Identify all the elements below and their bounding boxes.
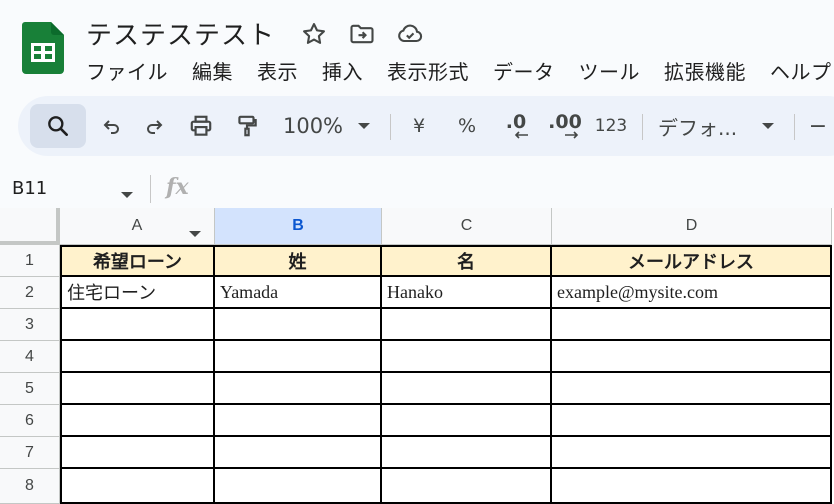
arrow-left-icon (514, 131, 528, 139)
menu-bar: ファイル 編集 表示 挿入 表示形式 データ ツール 拡張機能 ヘルプ (86, 56, 834, 85)
search-icon (48, 116, 68, 136)
cell-b8[interactable] (215, 469, 382, 504)
cell-d8[interactable] (552, 469, 832, 504)
cell-c6[interactable] (382, 405, 552, 437)
formula-bar-divider (150, 175, 151, 203)
menu-format[interactable]: 表示形式 (387, 56, 469, 85)
cell-b3[interactable] (215, 309, 382, 341)
column-header-d[interactable]: D (552, 208, 832, 245)
menu-tools[interactable]: ツール (579, 56, 641, 85)
row-header-8[interactable]: 8 (0, 469, 60, 504)
cell-c2[interactable]: Hanako (382, 277, 552, 309)
row-header-5[interactable]: 5 (0, 373, 60, 405)
menu-file[interactable]: ファイル (86, 56, 168, 85)
toolbar: 100% ¥ % .0 .00 123 デフォ... − (18, 96, 834, 156)
decrease-decimal-button[interactable]: .0 (496, 96, 536, 156)
cell-b1[interactable]: 姓 (215, 245, 382, 277)
toolbar-divider (390, 114, 391, 140)
font-select[interactable]: デフォ... (658, 96, 744, 156)
select-all-corner[interactable] (0, 208, 60, 245)
cell-c8[interactable] (382, 469, 552, 504)
increase-decimal-button[interactable]: .00 (542, 96, 588, 156)
menu-view[interactable]: 表示 (257, 56, 298, 85)
cell-d3[interactable] (552, 309, 832, 341)
arrow-right-icon (565, 131, 579, 139)
cell-d6[interactable] (552, 405, 832, 437)
redo-button[interactable] (136, 96, 172, 156)
cell-b2[interactable]: Yamada (215, 277, 382, 309)
row-header-1[interactable]: 1 (0, 245, 60, 277)
paint-format-button[interactable] (228, 96, 266, 156)
percent-format-button[interactable]: % (452, 96, 482, 156)
row-header-4[interactable]: 4 (0, 341, 60, 373)
undo-button[interactable] (94, 96, 130, 156)
star-icon[interactable] (300, 20, 328, 48)
undo-icon (103, 120, 119, 134)
print-button[interactable] (182, 96, 220, 156)
cell-a1[interactable]: 希望ローン (60, 245, 215, 277)
number-format-button[interactable]: 123 (592, 96, 630, 156)
cell-c5[interactable] (382, 373, 552, 405)
cell-a6[interactable] (60, 405, 215, 437)
zoom-select[interactable]: 100% (280, 96, 346, 156)
cell-d4[interactable] (552, 341, 832, 373)
cell-c7[interactable] (382, 437, 552, 469)
menu-data[interactable]: データ (493, 56, 555, 85)
cell-a2[interactable]: 住宅ローン (60, 277, 215, 309)
decrease-font-size-button[interactable]: − (808, 96, 828, 156)
cell-d7[interactable] (552, 437, 832, 469)
currency-format-button[interactable]: ¥ (404, 96, 434, 156)
sheets-logo-icon[interactable] (22, 22, 64, 74)
column-header-c[interactable]: C (382, 208, 552, 245)
cell-a5[interactable] (60, 373, 215, 405)
search-menus-button[interactable] (30, 104, 86, 148)
cell-d1[interactable]: メールアドレス (552, 245, 832, 277)
menu-insert[interactable]: 挿入 (322, 56, 363, 85)
cell-b5[interactable] (215, 373, 382, 405)
cell-d5[interactable] (552, 373, 832, 405)
row-header-6[interactable]: 6 (0, 405, 60, 437)
row-header-7[interactable]: 7 (0, 437, 60, 469)
row-header-2[interactable]: 2 (0, 277, 60, 309)
menu-edit[interactable]: 編集 (192, 56, 233, 85)
zoom-dropdown-icon[interactable] (354, 96, 374, 156)
name-box-dropdown-icon[interactable] (120, 184, 134, 203)
column-header-b[interactable]: B (215, 208, 382, 245)
toolbar-divider (642, 114, 643, 140)
row-header-3[interactable]: 3 (0, 309, 60, 341)
redo-icon (147, 120, 163, 134)
cloud-saved-icon[interactable] (396, 20, 424, 48)
fx-icon: fx (166, 174, 189, 200)
cell-a7[interactable] (60, 437, 215, 469)
cell-a4[interactable] (60, 341, 215, 373)
name-box[interactable]: B11 (12, 178, 47, 199)
cell-c1[interactable]: 名 (382, 245, 552, 277)
cell-b4[interactable] (215, 341, 382, 373)
cell-b6[interactable] (215, 405, 382, 437)
cell-a8[interactable] (60, 469, 215, 504)
cell-c3[interactable] (382, 309, 552, 341)
toolbar-divider (794, 114, 795, 140)
cell-a3[interactable] (60, 309, 215, 341)
column-menu-dropdown-icon[interactable] (188, 223, 202, 242)
cell-b7[interactable] (215, 437, 382, 469)
print-icon (190, 115, 212, 136)
cell-c4[interactable] (382, 341, 552, 373)
menu-help[interactable]: ヘルプ (770, 56, 832, 85)
cell-d2[interactable]: example@mysite.com (552, 277, 832, 309)
document-title[interactable]: テステステスト (86, 15, 275, 52)
paint-format-icon (238, 115, 257, 137)
font-dropdown-icon[interactable] (758, 96, 778, 156)
move-to-folder-icon[interactable] (348, 20, 376, 48)
menu-extensions[interactable]: 拡張機能 (664, 56, 746, 85)
